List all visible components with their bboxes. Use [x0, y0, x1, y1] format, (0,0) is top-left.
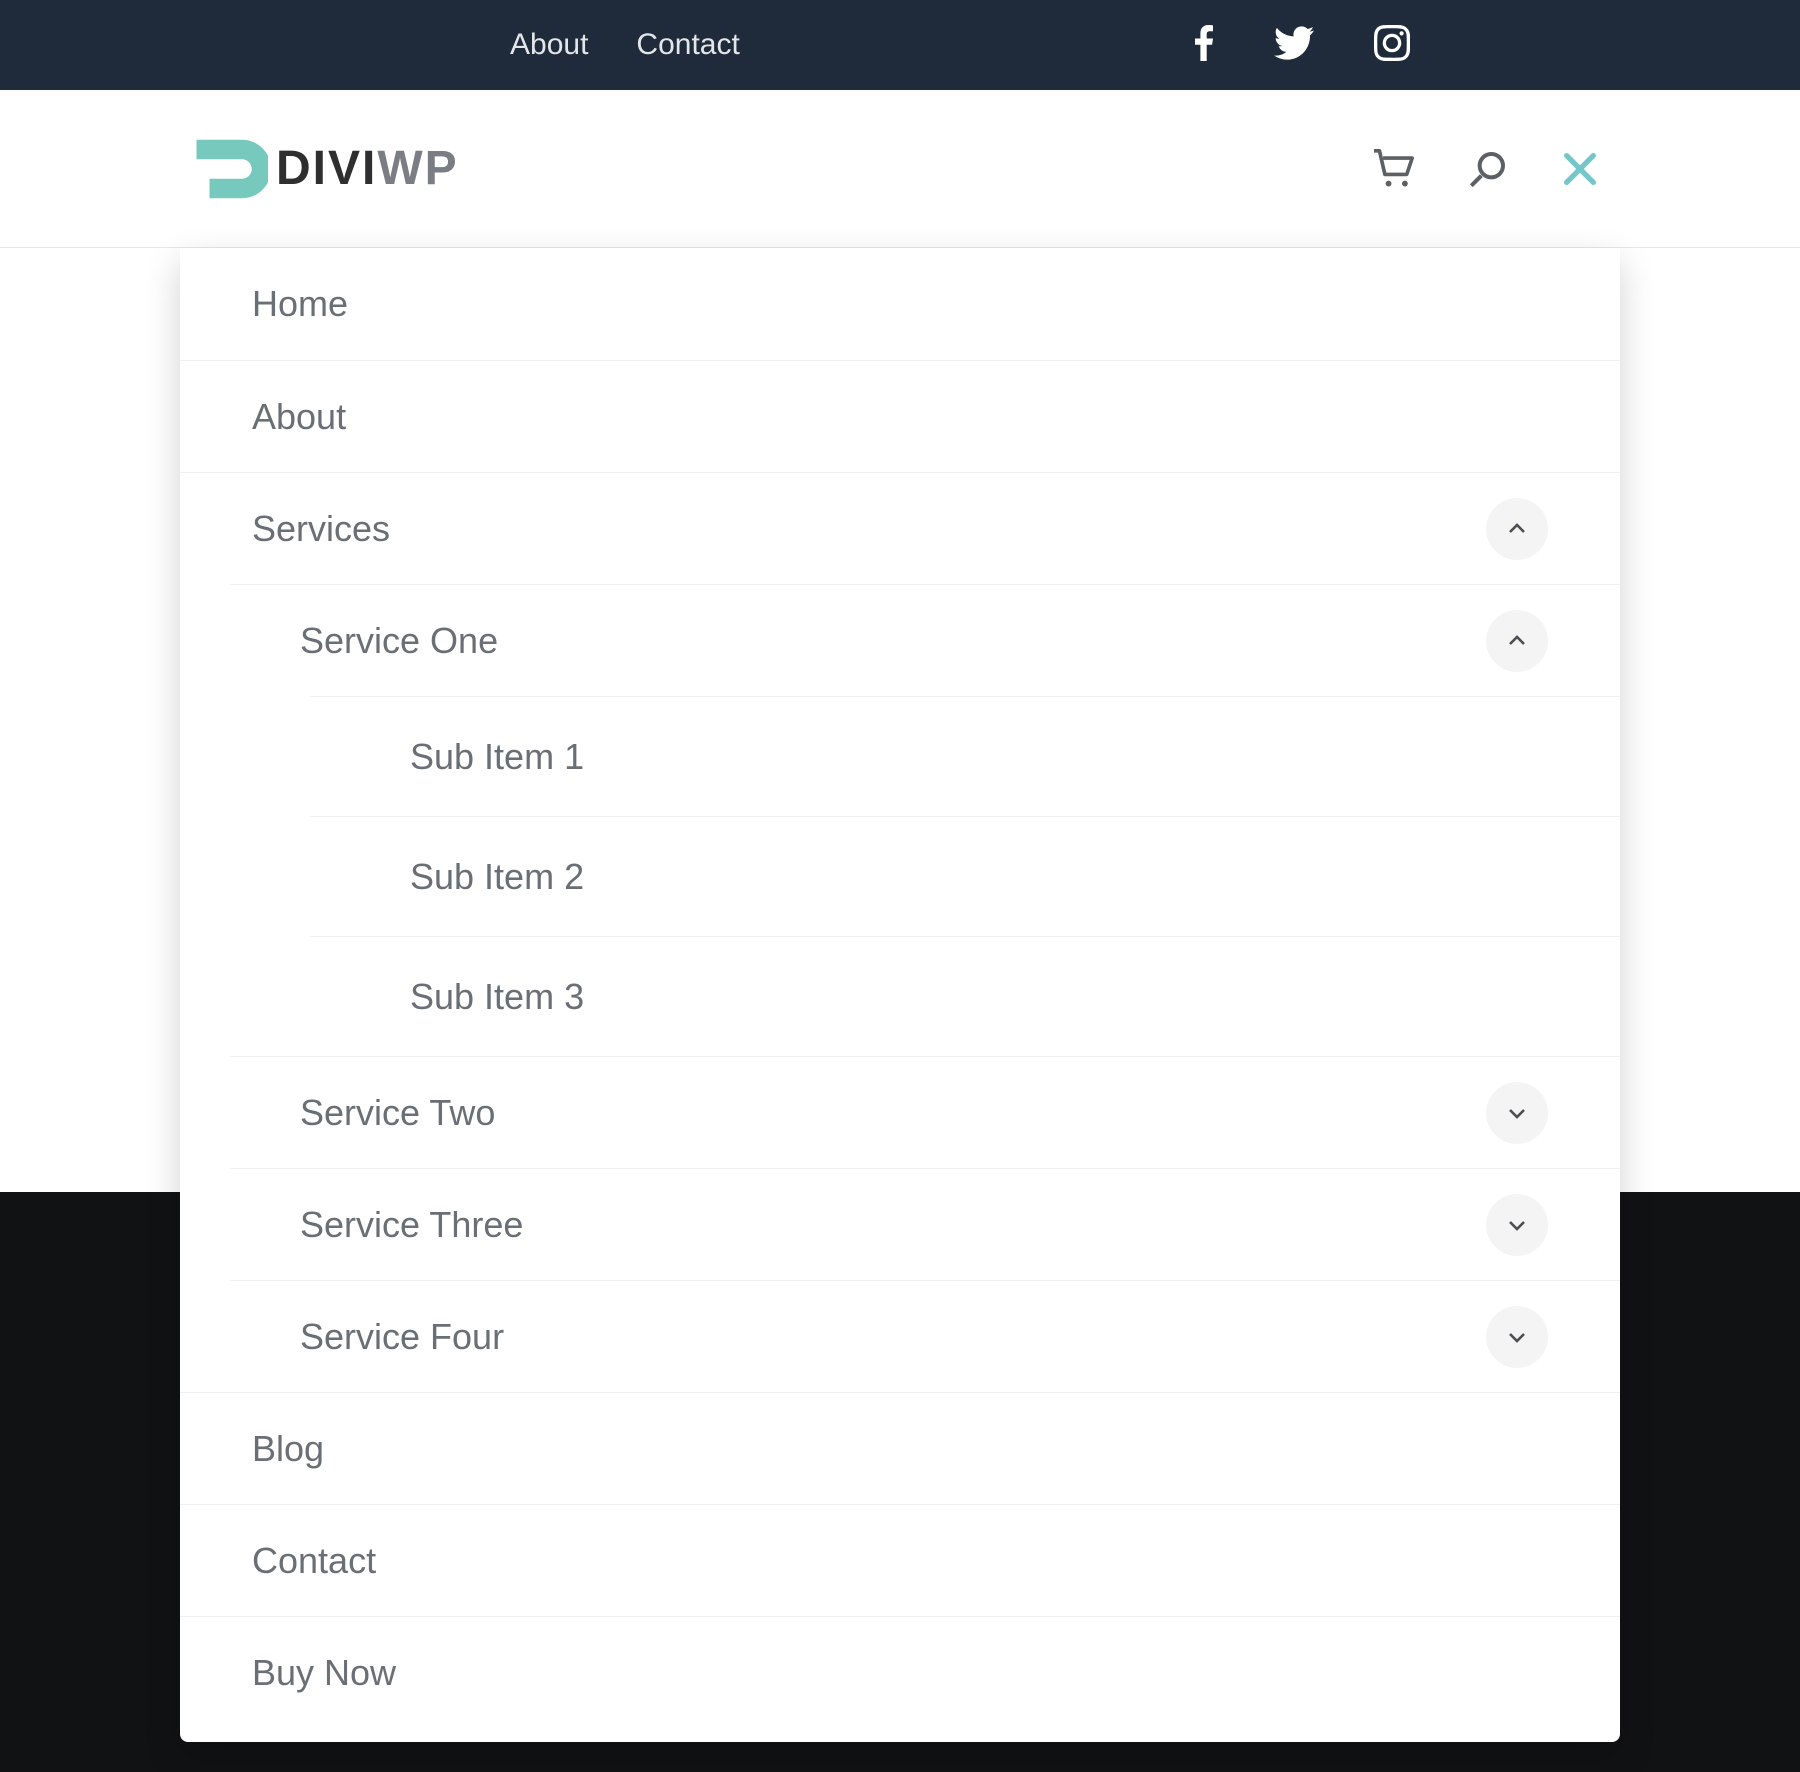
services-submenu: Service One Sub Item 1 Sub Item 2 Sub It… — [180, 584, 1620, 1392]
chevron-up-icon[interactable] — [1486, 498, 1548, 560]
menu-item-label: Service Four — [300, 1316, 504, 1358]
menu-item-service-one[interactable]: Service One — [230, 584, 1620, 696]
service-one-submenu: Sub Item 1 Sub Item 2 Sub Item 3 — [180, 696, 1620, 1056]
menu-item-label: Buy Now — [252, 1652, 396, 1694]
logo-text: DIVIWP — [276, 141, 459, 196]
menu-item-service-two[interactable]: Service Two — [230, 1056, 1620, 1168]
menu-item-label: Blog — [252, 1428, 324, 1470]
search-icon[interactable] — [1468, 149, 1508, 189]
menu-item-label: Home — [252, 283, 348, 325]
logo-text-main: DIVI — [276, 142, 377, 195]
menu-item-label: Sub Item 1 — [410, 736, 584, 778]
chevron-down-icon[interactable] — [1486, 1082, 1548, 1144]
header-icons — [1372, 149, 1600, 189]
menu-item-about[interactable]: About — [180, 360, 1620, 472]
chevron-down-icon[interactable] — [1486, 1194, 1548, 1256]
twitter-icon[interactable] — [1274, 26, 1314, 65]
close-icon[interactable] — [1560, 149, 1600, 189]
menu-item-label: Services — [252, 508, 390, 550]
chevron-up-icon[interactable] — [1486, 610, 1548, 672]
menu-item-home[interactable]: Home — [180, 248, 1620, 360]
topbar-link-contact[interactable]: Contact — [636, 28, 739, 62]
topbar-link-about[interactable]: About — [510, 28, 588, 62]
menu-item-service-four[interactable]: Service Four — [230, 1280, 1620, 1392]
menu-item-label: Service Two — [300, 1092, 495, 1134]
chevron-down-icon[interactable] — [1486, 1306, 1548, 1368]
menu-item-sub-item-2[interactable]: Sub Item 2 — [310, 816, 1620, 936]
instagram-icon[interactable] — [1374, 25, 1410, 66]
topbar-social — [1194, 25, 1410, 66]
menu-item-label: Sub Item 3 — [410, 976, 584, 1018]
topbar-links: About Contact — [510, 28, 740, 62]
logo-mark-icon — [190, 130, 268, 208]
logo[interactable]: DIVIWP — [190, 130, 459, 208]
menu-item-buy-now[interactable]: Buy Now — [180, 1616, 1620, 1728]
menu-item-label: Sub Item 2 — [410, 856, 584, 898]
header: DIVIWP — [0, 90, 1800, 248]
mobile-menu-panel: Home About Services Service One Sub Item — [180, 248, 1620, 1742]
page-body: Home About Services Service One Sub Item — [0, 248, 1800, 1772]
menu-item-label: Contact — [252, 1540, 376, 1582]
menu-item-label: About — [252, 396, 346, 438]
menu-item-services[interactable]: Services — [180, 472, 1620, 584]
menu-item-blog[interactable]: Blog — [180, 1392, 1620, 1504]
menu-item-label: Service One — [300, 620, 498, 662]
logo-text-sub: WP — [377, 142, 458, 195]
cart-icon[interactable] — [1372, 149, 1416, 189]
menu-item-contact[interactable]: Contact — [180, 1504, 1620, 1616]
menu-item-label: Service Three — [300, 1204, 523, 1246]
menu-item-sub-item-1[interactable]: Sub Item 1 — [310, 696, 1620, 816]
facebook-icon[interactable] — [1194, 25, 1214, 66]
menu-item-service-three[interactable]: Service Three — [230, 1168, 1620, 1280]
menu-item-sub-item-3[interactable]: Sub Item 3 — [310, 936, 1620, 1056]
topbar: About Contact — [0, 0, 1800, 90]
